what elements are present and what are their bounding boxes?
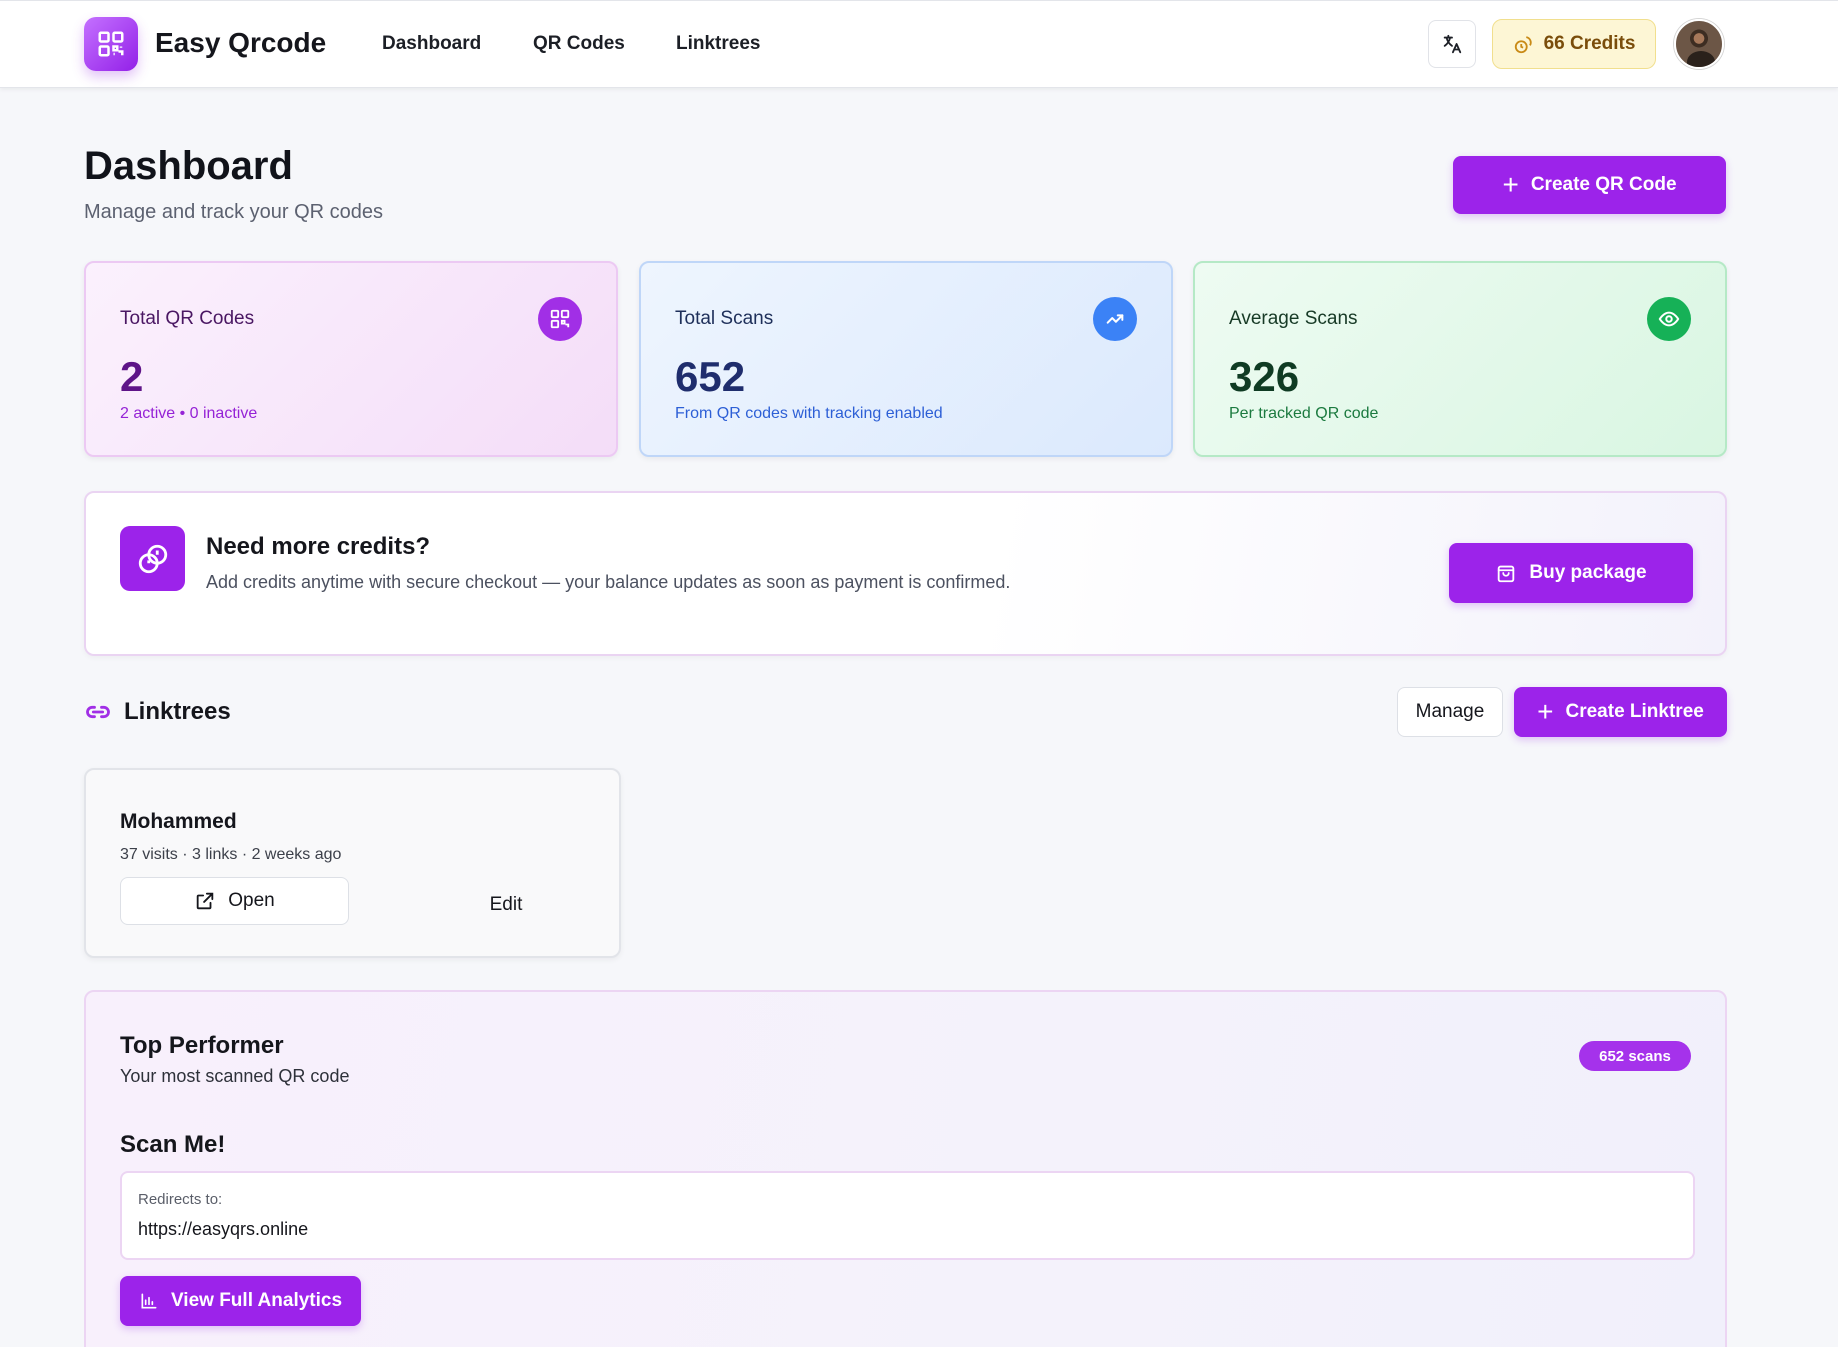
credits-badge[interactable]: 66 Credits (1492, 19, 1656, 69)
create-qr-code-label: Create QR Code (1530, 174, 1677, 195)
linktrees-title: Linktrees (124, 698, 231, 725)
page-subtitle: Manage and track your QR codes (84, 201, 384, 223)
create-linktree-label: Create Linktree (1565, 701, 1704, 722)
stat-note: From QR codes with tracking enabled (675, 405, 943, 422)
user-avatar[interactable] (1674, 19, 1724, 69)
stat-value: 2 (120, 353, 144, 400)
create-linktree-button[interactable]: + Create Linktree (1514, 687, 1727, 737)
redirect-box: Redirects to: https://easyqrs.online (120, 1171, 1695, 1260)
credits-banner: Need more credits? Add credits anytime w… (84, 491, 1727, 656)
banner-description: Add credits anytime with secure checkout… (206, 572, 1011, 592)
view-full-analytics-label: View Full Analytics (170, 1290, 343, 1311)
buy-package-button[interactable]: Buy package (1449, 543, 1693, 603)
external-link-icon (197, 892, 214, 910)
stat-value: 652 (675, 353, 746, 400)
plus-icon: + (1537, 696, 1554, 727)
open-linktree-button[interactable]: Open (120, 877, 349, 925)
top-performer-card: Top Performer Your most scanned QR code … (84, 990, 1727, 1347)
app-logo[interactable] (84, 17, 138, 71)
redirect-label: Redirects to: (138, 1191, 223, 1208)
language-button[interactable] (1428, 20, 1476, 68)
linktree-card: Mohammed 37 visits · 3 links · 2 weeks a… (84, 768, 621, 958)
stat-note: Per tracked QR code (1229, 405, 1379, 422)
edit-linktree-button[interactable]: Edit (456, 882, 556, 928)
stat-value: 326 (1229, 353, 1300, 400)
nav-dashboard[interactable]: Dashboard (382, 33, 481, 55)
stat-label: Total Scans (675, 308, 774, 329)
brand-name[interactable]: Easy Qrcode (155, 27, 326, 59)
stat-note: 2 active • 0 inactive (120, 405, 258, 422)
nav-linktrees[interactable]: Linktrees (676, 33, 760, 55)
top-performer-title: Top Performer (120, 1032, 284, 1059)
qr-code-icon (538, 297, 582, 341)
banner-title: Need more credits? (206, 533, 431, 560)
linktree-meta: 37 visits · 3 links · 2 weeks ago (120, 846, 342, 863)
redirect-url[interactable]: https://easyqrs.online (138, 1219, 308, 1240)
top-performer-subtitle: Your most scanned QR code (120, 1066, 350, 1086)
qr-code-name: Scan Me! (120, 1131, 226, 1158)
linktrees-section-title: Linktrees (84, 698, 231, 726)
buy-package-label: Buy package (1529, 562, 1647, 583)
eye-icon (1647, 297, 1691, 341)
coins-icon (1514, 36, 1532, 54)
credits-count: 66 Credits (1543, 33, 1636, 54)
bar-chart-icon (141, 1293, 157, 1309)
qr-code-icon (98, 31, 124, 57)
coins-icon (120, 526, 185, 591)
stat-card-total-scans: Total Scans 652 From QR codes with track… (639, 261, 1173, 457)
view-full-analytics-button[interactable]: View Full Analytics (120, 1276, 361, 1326)
stat-card-total-qr-codes: Total QR Codes 2 2 active • 0 inactive (84, 261, 618, 457)
stat-card-average-scans: Average Scans 326 Per tracked QR code (1193, 261, 1727, 457)
page-title: Dashboard (84, 144, 293, 188)
trending-up-icon (1093, 297, 1137, 341)
linktree-name: Mohammed (120, 810, 237, 833)
nav-qr-codes[interactable]: QR Codes (533, 33, 625, 55)
shopping-bag-icon (1498, 565, 1515, 583)
scan-count-badge: 652 scans (1579, 1041, 1691, 1071)
translate-icon (1443, 34, 1462, 54)
link-icon (86, 705, 110, 719)
stat-label: Average Scans (1229, 308, 1358, 329)
open-label: Open (228, 890, 275, 911)
plus-icon: + (1502, 169, 1519, 200)
manage-linktrees-button[interactable]: Manage (1397, 687, 1503, 737)
stat-label: Total QR Codes (120, 308, 255, 329)
top-navbar: Easy Qrcode Dashboard QR Codes Linktrees… (0, 0, 1838, 88)
create-qr-code-button[interactable]: + Create QR Code (1453, 156, 1726, 214)
